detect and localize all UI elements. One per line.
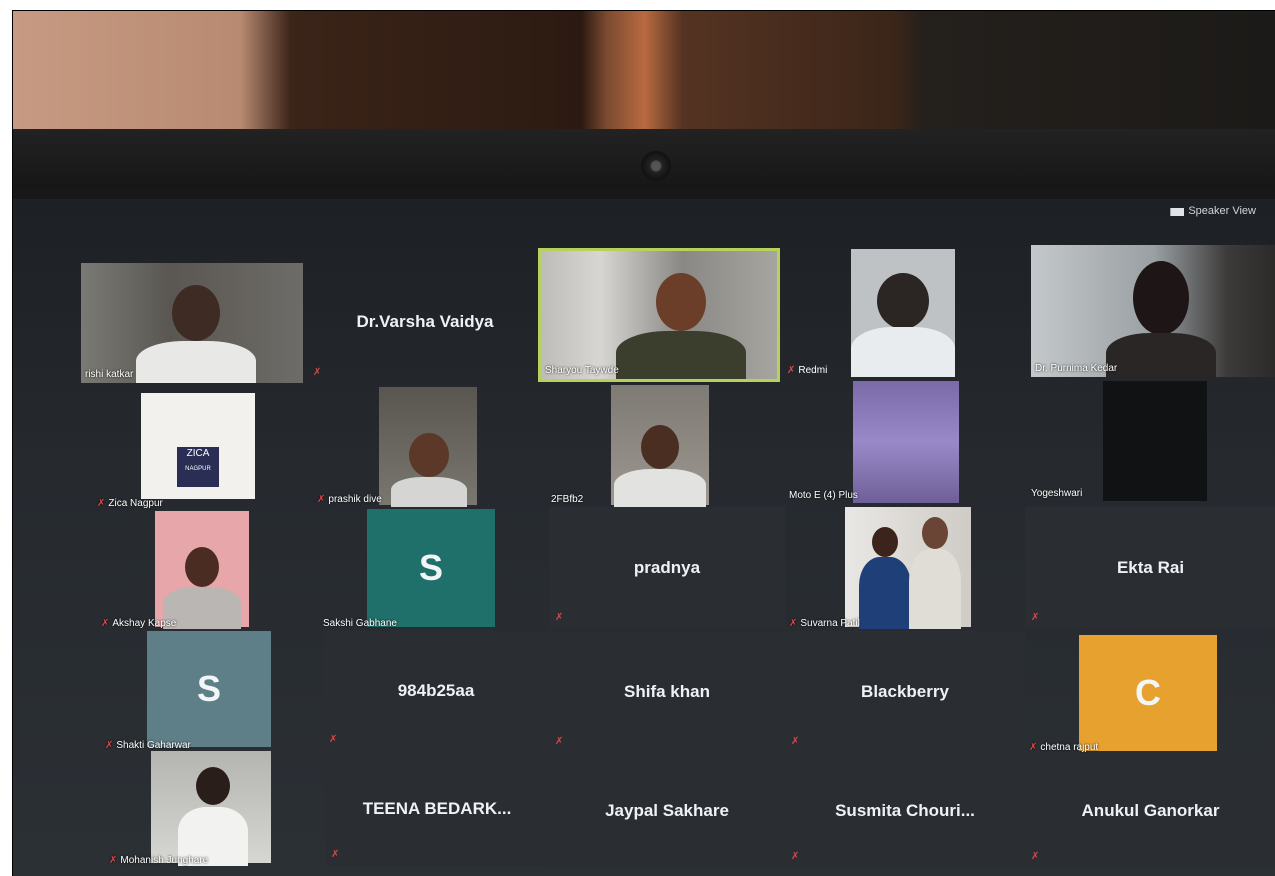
participant-name: Yogeshwari — [1031, 488, 1083, 499]
participant-name: Sharyou Taywde — [545, 365, 619, 376]
microphone-muted-icon: ✗ — [101, 618, 110, 629]
video-tile[interactable]: 2FBfb2 — [547, 385, 785, 507]
speaker-view-grid-icon — [1170, 208, 1185, 216]
video-tile[interactable]: C ✗ chetna rajput — [1025, 631, 1275, 753]
microphone-muted-icon: ✗ — [1031, 851, 1040, 862]
participant-name-label: ✗ Shakti Gaharwar — [105, 740, 191, 751]
microphone-muted-icon: ✗ — [555, 612, 564, 623]
participant-name: 984b25aa — [397, 681, 475, 700]
video-tile[interactable]: rishi katkar — [81, 263, 303, 383]
speaker-view-button[interactable]: Speaker View — [1170, 205, 1256, 217]
video-tile[interactable]: ✗ Suvarna Patil — [785, 507, 1025, 629]
microphone-muted-icon: ✗ — [555, 736, 564, 747]
participant-name: Moto E (4) Plus — [789, 490, 858, 501]
avatar: S — [147, 631, 271, 747]
participant-name: Shifa khan — [624, 682, 710, 701]
microphone-muted-icon: ✗ — [791, 851, 800, 862]
video-tile[interactable]: S Sakshi Gabhane — [319, 509, 547, 629]
video-tile[interactable]: Shifa khan ✗ — [549, 631, 785, 753]
video-tile[interactable]: S ✗ Shakti Gaharwar — [101, 631, 329, 751]
video-tile[interactable]: Moto E (4) Plus — [785, 381, 1025, 503]
participant-name: Jaypal Sakhare — [605, 800, 729, 820]
microphone-muted-icon: ✗ — [329, 734, 338, 745]
video-tile[interactable]: Dr. Purnima Kedar — [1031, 245, 1275, 377]
video-tile[interactable]: ✗ Akshay Kapse — [97, 511, 325, 629]
video-tile-active-speaker[interactable]: Sharyou Taywde — [538, 248, 780, 382]
video-tile[interactable]: Jaypal Sakhare — [549, 753, 785, 868]
video-tile[interactable] — [851, 249, 955, 377]
participant-name-label: ✗ Suvarna Patil — [789, 618, 860, 629]
participant-name: Dr.Varsha Vaidya — [356, 312, 494, 331]
microphone-muted-icon: ✗ — [791, 736, 800, 747]
video-tile[interactable]: Yogeshwari — [1027, 381, 1275, 501]
webcam-icon — [641, 151, 671, 181]
microphone-muted-icon: ✗ — [97, 498, 106, 509]
participant-name: Ekta Rai — [1116, 558, 1185, 577]
photo-frame: Speaker View rishi katkar ✗ Dr.Varsha Va… — [12, 10, 1275, 876]
video-tile[interactable]: Ekta Rai ✗ — [1025, 507, 1275, 629]
participant-name: Sakshi Gabhane — [323, 618, 397, 629]
microphone-muted-icon: ✗ — [331, 849, 340, 860]
participant-name-label: ✗ Redmi — [787, 365, 828, 376]
participant-name-label: ✗ Zica Nagpur — [97, 498, 163, 509]
video-tile[interactable]: Anukul Ganorkar ✗ — [1025, 753, 1275, 868]
video-tile[interactable]: Blackberry ✗ — [785, 631, 1025, 753]
video-tile[interactable]: Dr.Varsha Vaidya — [309, 257, 541, 387]
video-tile[interactable]: Susmita Chouri... ✗ — [785, 753, 1025, 868]
participant-name-label: ✗ Akshay Kapse — [101, 618, 177, 629]
participant-name: Anukul Ganorkar — [1081, 800, 1220, 820]
video-tile[interactable]: ZICA NAGPUR ✗ Zica Nagpur — [93, 393, 313, 509]
avatar: S — [367, 509, 495, 627]
speaker-view-label: Speaker View — [1188, 205, 1256, 217]
microphone-muted-icon: ✗ — [109, 855, 118, 866]
participant-name: Blackberry — [861, 682, 949, 701]
video-tile[interactable]: 984b25aa ✗ — [323, 631, 549, 751]
microphone-muted-icon: ✗ — [1031, 612, 1040, 623]
microphone-muted-icon: ✗ — [317, 494, 326, 505]
microphone-muted-icon: ✗ — [1029, 742, 1038, 753]
logo-image: ZICA NAGPUR — [177, 447, 219, 487]
participant-name-label: ✗ Mohanish Junghare — [109, 855, 209, 866]
participant-name: TEENA BEDARK... — [362, 798, 512, 818]
participant-name: Susmita Chouri... — [835, 800, 975, 820]
microphone-muted-icon: ✗ — [789, 618, 798, 629]
video-tile[interactable]: TEENA BEDARK... ✗ — [325, 751, 549, 866]
participant-name: 2FBfb2 — [551, 494, 584, 505]
avatar: C — [1079, 635, 1217, 751]
video-tile[interactable]: pradnya ✗ — [549, 507, 785, 629]
participant-name: Dr. Purnima Kedar — [1035, 363, 1118, 374]
microphone-muted-icon: ✗ — [787, 365, 796, 376]
participant-name: rishi katkar — [85, 369, 134, 380]
participant-name-label: ✗ chetna rajput — [1029, 742, 1099, 753]
microphone-muted-icon: ✗ — [105, 740, 114, 751]
participant-name-label: ✗ prashik dive — [317, 494, 382, 505]
video-tile[interactable]: ✗ Mohanish Junghare — [105, 751, 329, 866]
participant-name: pradnya — [633, 558, 701, 577]
video-tile[interactable]: ✗ prashik dive — [313, 387, 541, 507]
